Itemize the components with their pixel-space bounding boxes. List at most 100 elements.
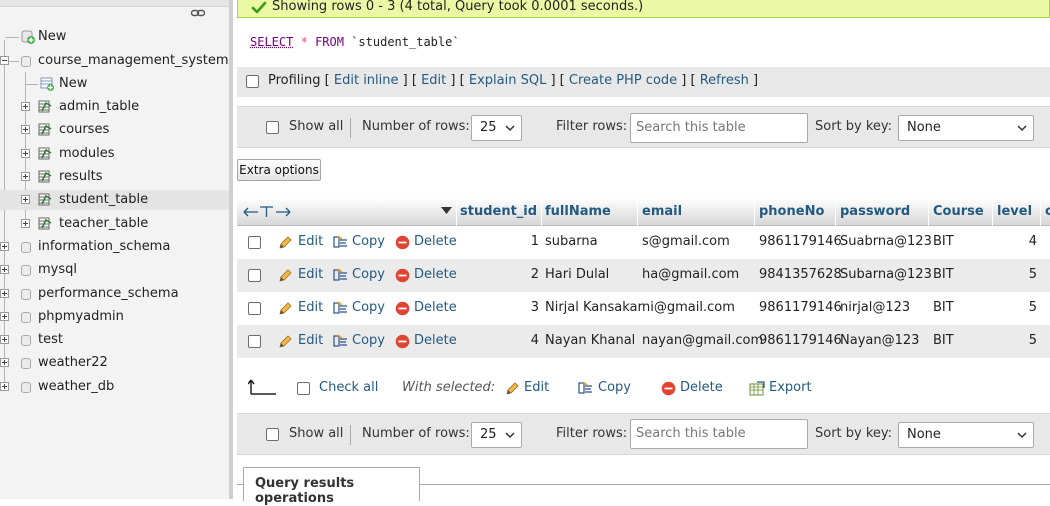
nav-item-courses[interactable]: courses xyxy=(0,120,229,140)
expand-icon[interactable] xyxy=(21,125,30,134)
nav-item-information-schema[interactable]: information_schema xyxy=(0,237,229,257)
row-checkbox[interactable] xyxy=(248,302,261,315)
column-header-extra[interactable]: c xyxy=(1045,204,1050,219)
sort-descending-icon[interactable] xyxy=(441,206,452,215)
row-delete-button[interactable]: Delete xyxy=(414,234,457,249)
cell-fullname[interactable]: Hari Dulal xyxy=(545,267,609,282)
cell-level[interactable]: 5 xyxy=(1029,300,1037,315)
expand-icon[interactable] xyxy=(0,335,9,344)
refresh-link[interactable]: Refresh xyxy=(700,73,749,88)
link-with-main-panel-icon[interactable] xyxy=(191,8,205,18)
nav-item-mysql[interactable]: mysql xyxy=(0,260,229,280)
bulk-edit-button[interactable]: Edit xyxy=(524,380,549,395)
expand-icon[interactable] xyxy=(21,102,30,111)
row-copy-button[interactable]: Copy xyxy=(352,234,385,249)
filter-rows-input[interactable]: Search this table xyxy=(630,419,808,449)
row-delete-button[interactable]: Delete xyxy=(414,267,457,282)
number-of-rows-select[interactable]: 25 xyxy=(471,115,522,141)
cell-password[interactable]: nirjal@123 xyxy=(840,300,910,315)
column-header-student-id[interactable]: student_id xyxy=(460,204,537,219)
cell-fullname[interactable]: subarna xyxy=(545,234,598,249)
nav-item-admin-table[interactable]: admin_table xyxy=(0,97,229,117)
expand-icon[interactable] xyxy=(21,172,30,181)
cell-email[interactable]: nayan@gmail.com xyxy=(642,333,763,348)
expand-icon[interactable] xyxy=(0,358,9,367)
sort-by-key-select[interactable]: None xyxy=(898,422,1034,448)
cell-student_id[interactable]: 2 xyxy=(531,267,539,282)
column-header-course[interactable]: Course xyxy=(933,204,984,219)
cell-level[interactable]: 5 xyxy=(1029,333,1037,348)
create-php-code-link[interactable]: Create PHP code xyxy=(569,73,677,88)
cell-course[interactable]: BIT xyxy=(933,333,954,348)
row-checkbox[interactable] xyxy=(248,269,261,282)
nav-item-teacher-table[interactable]: teacher_table xyxy=(0,214,229,234)
nav-item-results[interactable]: results xyxy=(0,167,229,187)
profiling-checkbox[interactable] xyxy=(246,75,259,88)
row-copy-button[interactable]: Copy xyxy=(352,333,385,348)
row-copy-button[interactable]: Copy xyxy=(352,267,385,282)
nav-item-student-table[interactable]: student_table xyxy=(0,190,229,210)
show-all-checkbox[interactable] xyxy=(266,121,279,134)
row-edit-button[interactable]: Edit xyxy=(298,333,323,348)
expand-icon[interactable] xyxy=(21,149,30,158)
show-all-checkbox[interactable] xyxy=(266,428,279,441)
filter-rows-input[interactable]: Search this table xyxy=(630,113,808,143)
expand-icon[interactable] xyxy=(21,219,30,228)
nav-item-new-table[interactable]: New xyxy=(0,74,229,94)
check-all-label[interactable]: Check all xyxy=(319,380,378,395)
cell-password[interactable]: Subarna@123 xyxy=(840,267,932,282)
nav-resize-handle[interactable] xyxy=(229,0,233,499)
cell-email[interactable]: ni@gmail.com xyxy=(642,300,735,315)
nav-item-modules[interactable]: modules xyxy=(0,144,229,164)
expand-icon[interactable] xyxy=(0,265,9,274)
column-arrows-icon[interactable] xyxy=(243,205,291,219)
export-button[interactable]: Export xyxy=(769,380,812,395)
edit-query-link[interactable]: Edit xyxy=(421,73,446,88)
row-delete-button[interactable]: Delete xyxy=(414,300,457,315)
cell-phoneno[interactable]: 9861179146 xyxy=(759,333,842,348)
edit-inline-link[interactable]: Edit inline xyxy=(334,73,399,88)
nav-item-test[interactable]: test xyxy=(0,330,229,350)
cell-level[interactable]: 4 xyxy=(1029,234,1037,249)
sort-by-key-select[interactable]: None xyxy=(898,115,1034,141)
column-header-email[interactable]: email xyxy=(642,204,682,219)
expand-icon[interactable] xyxy=(0,382,9,391)
cell-phoneno[interactable]: 9841357628 xyxy=(759,267,842,282)
extra-options-button[interactable]: Extra options xyxy=(237,159,321,181)
cell-password[interactable]: Suabrna@123 xyxy=(840,234,932,249)
nav-item-new-database[interactable]: New xyxy=(0,27,229,47)
nav-item-phpmyadmin[interactable]: phpmyadmin xyxy=(0,307,229,327)
row-edit-button[interactable]: Edit xyxy=(298,267,323,282)
cell-fullname[interactable]: Nirjal Kansakar xyxy=(545,300,643,315)
cell-email[interactable]: s@gmail.com xyxy=(642,234,730,249)
cell-level[interactable]: 5 xyxy=(1029,267,1037,282)
cell-student_id[interactable]: 3 xyxy=(531,300,539,315)
number-of-rows-select[interactable]: 25 xyxy=(471,422,522,448)
cell-phoneno[interactable]: 9861179146 xyxy=(759,300,842,315)
cell-course[interactable]: BIT xyxy=(933,267,954,282)
expand-icon[interactable] xyxy=(21,195,30,204)
column-header-fullname[interactable]: fullName xyxy=(545,204,611,219)
row-checkbox[interactable] xyxy=(248,335,261,348)
nav-item-weather-db[interactable]: weather_db xyxy=(0,377,229,397)
row-checkbox[interactable] xyxy=(248,236,261,249)
expand-icon[interactable] xyxy=(0,312,9,321)
collapse-icon[interactable] xyxy=(0,56,9,65)
cell-phoneno[interactable]: 9861179146 xyxy=(759,234,842,249)
sql-query[interactable]: SELECT * FROM `student_table` xyxy=(250,35,460,49)
cell-fullname[interactable]: Nayan Khanal xyxy=(545,333,635,348)
row-edit-button[interactable]: Edit xyxy=(298,234,323,249)
cell-student_id[interactable]: 1 xyxy=(531,234,539,249)
expand-icon[interactable] xyxy=(0,289,9,298)
column-header-password[interactable]: password xyxy=(840,204,910,219)
row-copy-button[interactable]: Copy xyxy=(352,300,385,315)
column-header-phoneno[interactable]: phoneNo xyxy=(759,204,824,219)
cell-password[interactable]: Nayan@123 xyxy=(840,333,919,348)
cell-student_id[interactable]: 4 xyxy=(531,333,539,348)
cell-course[interactable]: BIT xyxy=(933,234,954,249)
row-edit-button[interactable]: Edit xyxy=(298,300,323,315)
explain-sql-link[interactable]: Explain SQL xyxy=(469,73,546,88)
bulk-copy-button[interactable]: Copy xyxy=(598,380,631,395)
cell-email[interactable]: ha@gmail.com xyxy=(642,267,739,282)
expand-icon[interactable] xyxy=(0,242,9,251)
